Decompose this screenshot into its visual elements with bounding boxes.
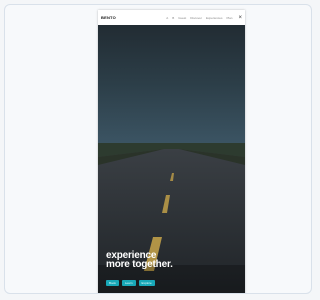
nav-link[interactable]: Plan [226,16,232,20]
tagline-line-2: more together. [106,259,173,270]
cta-button-book[interactable]: Book [106,280,119,286]
nav-links: A B Guest Discover Experiences Plan [166,16,232,20]
mobile-page-preview: BENTO A B Guest Discover Experiences Pla… [98,10,245,293]
cta-button-group: Book Learn Explore [106,280,155,286]
preview-card: BENTO A B Guest Discover Experiences Pla… [4,4,312,294]
hero-tagline: experience more together. [106,251,173,270]
brand-logo[interactable]: BENTO [101,15,116,20]
cta-button-learn[interactable]: Learn [121,280,136,286]
nav-link[interactable]: A [166,16,168,20]
close-icon[interactable]: × [238,15,242,21]
top-navigation: BENTO A B Guest Discover Experiences Pla… [98,10,245,25]
nav-link[interactable]: Guest [178,16,186,20]
nav-link[interactable]: B [172,16,174,20]
sky [98,25,245,155]
nav-link[interactable]: Experiences [206,16,223,20]
nav-link[interactable]: Discover [190,16,202,20]
cta-button-explore[interactable]: Explore [138,280,155,286]
hero-section: experience more together. Book Learn Exp… [98,25,245,293]
